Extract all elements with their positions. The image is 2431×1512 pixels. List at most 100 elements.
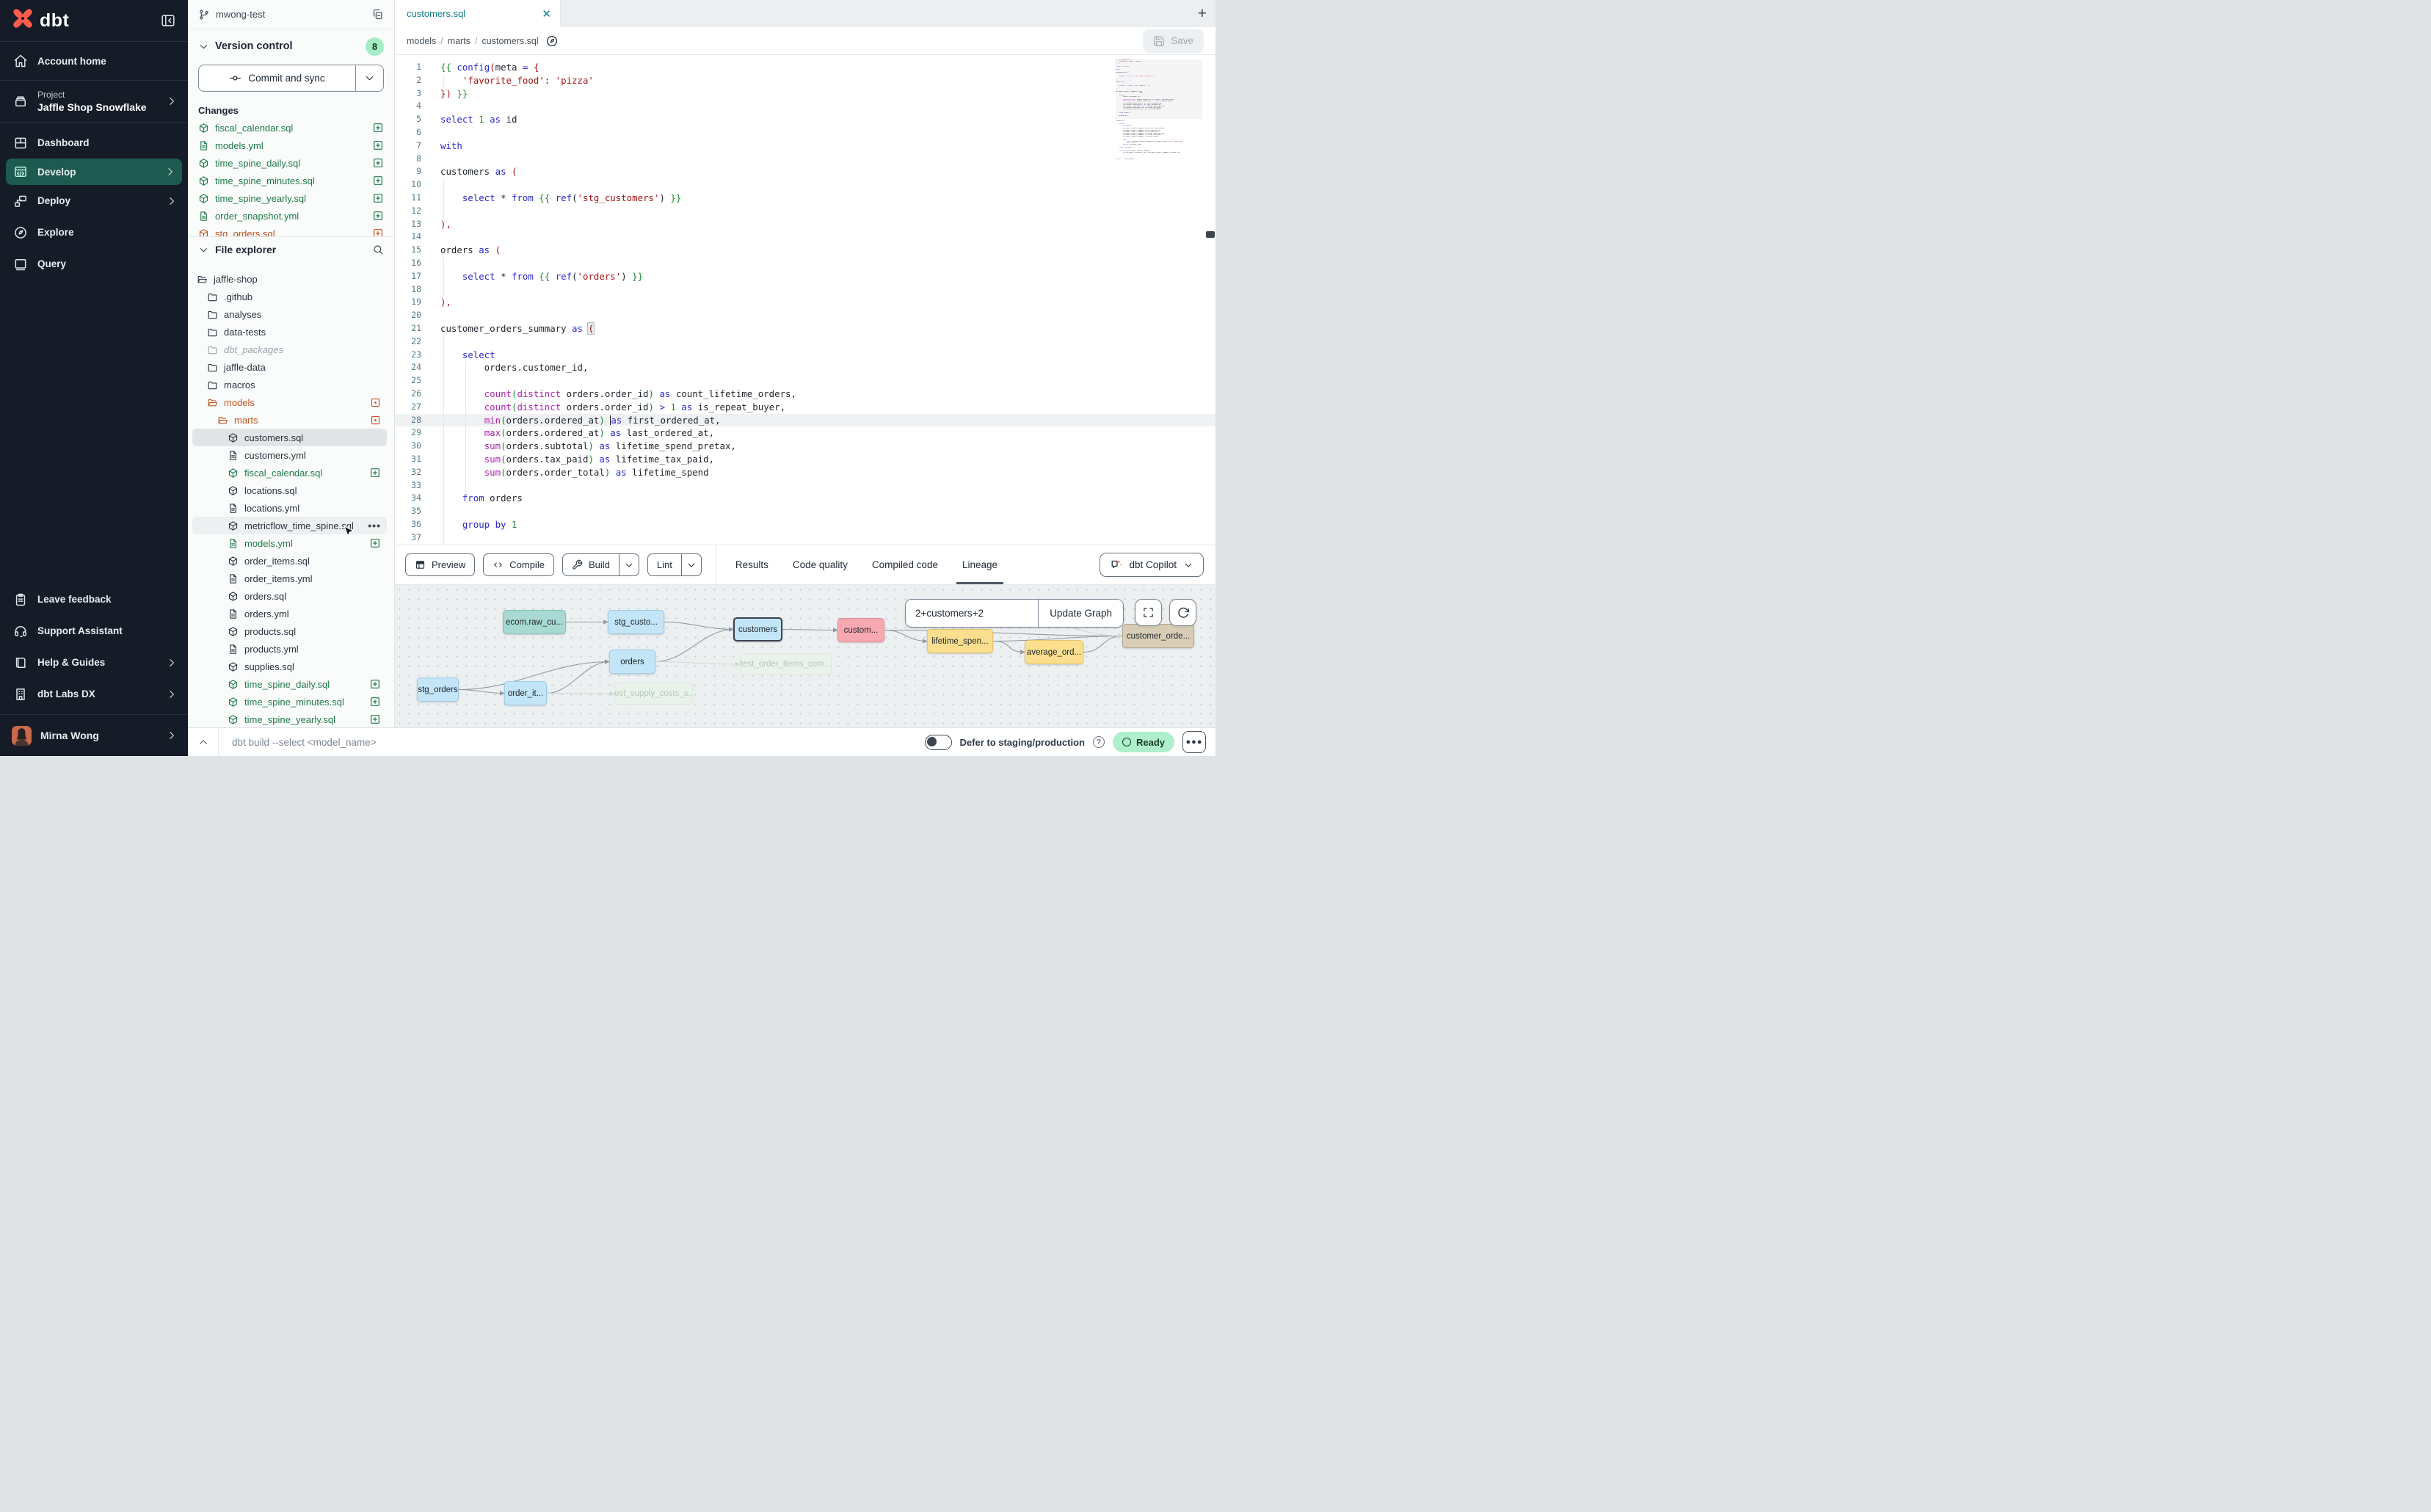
lineage-node-test-supply-costs-s[interactable]: test_supply_costs_s...	[614, 683, 693, 705]
code-line-37[interactable]: 37	[395, 531, 1216, 545]
breadcrumb-segment[interactable]: marts	[448, 36, 470, 46]
commit-options-dropdown[interactable]	[355, 65, 383, 91]
code-line-18[interactable]: 18	[395, 283, 1216, 297]
lineage-node-test-order-items-com[interactable]: test_order_items_com...	[740, 653, 832, 675]
tab-lineage[interactable]: Lineage	[962, 545, 998, 584]
tab-results[interactable]: Results	[735, 545, 768, 584]
code-line-5[interactable]: 5select 1 as id	[395, 113, 1216, 126]
editor-scrollbar[interactable]	[1205, 55, 1216, 545]
code-line-17[interactable]: 17 select * from {{ ref('orders') }}	[395, 270, 1216, 283]
commit-and-sync-button[interactable]: Commit and sync	[198, 65, 384, 92]
lineage-canvas[interactable]: test_order_items_com... test_supply_costs…	[395, 585, 1216, 727]
breadcrumb-segment[interactable]: models	[407, 36, 436, 46]
tab-customers-sql[interactable]: customers.sql ✕	[395, 0, 561, 27]
lineage-node-stg-custo[interactable]: stg_custo...	[608, 610, 664, 634]
code-line-11[interactable]: 11 select * from {{ ref('stg_customers')…	[395, 192, 1216, 205]
tree-item-analyses[interactable]: analyses	[192, 305, 387, 323]
lineage-node-customer-orde[interactable]: customer_orde...	[1122, 624, 1194, 648]
expand-command-bar-button[interactable]	[188, 728, 219, 756]
breadcrumb-segment[interactable]: customers.sql	[482, 36, 539, 46]
code-line-2[interactable]: 2 'favorite_food': 'pizza'	[395, 74, 1216, 87]
code-line-14[interactable]: 14	[395, 230, 1216, 244]
lineage-node-custom[interactable]: custom...	[837, 618, 884, 642]
preview-button[interactable]: Preview	[405, 553, 475, 576]
change-item-stg-orders-sql[interactable]: stg_orders.sql	[198, 225, 384, 236]
stage-change-button[interactable]	[372, 192, 384, 204]
tree-item-locations-yml[interactable]: locations.yml	[192, 499, 387, 517]
tree-item-jaffle-shop[interactable]: jaffle-shop	[192, 270, 387, 288]
dbt-copilot-button[interactable]: dbt Copilot	[1100, 553, 1204, 577]
code-line-33[interactable]: 33	[395, 479, 1216, 493]
help-icon[interactable]: ?	[1093, 736, 1105, 748]
sidebar-item-dashboard[interactable]: Dashboard	[0, 127, 188, 159]
tree-item-order-items-yml[interactable]: order_items.yml	[192, 570, 387, 587]
code-line-21[interactable]: 21customer_orders_summary as (	[395, 322, 1216, 335]
stage-file-button[interactable]	[369, 537, 381, 549]
stage-change-button[interactable]	[372, 139, 384, 151]
lineage-node-orders[interactable]: orders	[609, 650, 655, 674]
tab-compiled-code[interactable]: Compiled code	[872, 545, 938, 584]
stage-file-button[interactable]	[369, 713, 381, 725]
close-icon[interactable]: ✕	[542, 7, 551, 21]
sidebar-item-help-guides[interactable]: Help & Guides	[0, 647, 188, 678]
code-line-31[interactable]: 31 sum(orders.tax_paid) as lifetime_tax_…	[395, 453, 1216, 466]
change-item-order-snapshot-yml[interactable]: order_snapshot.yml	[198, 207, 384, 225]
tree-item-orders-sql[interactable]: orders.sql	[192, 587, 387, 605]
stage-file-button[interactable]	[369, 696, 381, 708]
code-line-19[interactable]: 19),	[395, 296, 1216, 309]
code-line-4[interactable]: 4	[395, 100, 1216, 113]
stage-change-button[interactable]	[372, 228, 384, 236]
sidebar-item-query[interactable]: Query	[0, 248, 188, 280]
code-line-10[interactable]: 10	[395, 178, 1216, 192]
tree-item-jaffle-data[interactable]: jaffle-data	[192, 358, 387, 376]
lineage-node-average-ord[interactable]: average_ord...	[1025, 640, 1083, 664]
change-item-models-yml[interactable]: models.yml	[198, 137, 384, 154]
code-line-16[interactable]: 16	[395, 257, 1216, 270]
more-options-button[interactable]: ●●●	[1182, 731, 1206, 753]
code-line-26[interactable]: 26 count(distinct orders.order_id) as co…	[395, 388, 1216, 401]
tree-item-models[interactable]: models	[192, 393, 387, 411]
tree-item-metricflow-time-spine-sql[interactable]: metricflow_time_spine.sql•••	[192, 517, 387, 534]
compile-button[interactable]: Compile	[483, 553, 554, 576]
tree-item-order-items-sql[interactable]: order_items.sql	[192, 552, 387, 570]
code-line-24[interactable]: 24 orders.customer_id,	[395, 361, 1216, 374]
sidebar-item-explore[interactable]: Explore	[0, 217, 188, 248]
code-line-6[interactable]: 6	[395, 126, 1216, 139]
tree-item-time-spine-daily-sql[interactable]: time_spine_daily.sql	[192, 675, 387, 693]
update-graph-button[interactable]: Update Graph	[1038, 600, 1123, 627]
build-button[interactable]: Build	[562, 553, 639, 576]
dbt-command-input[interactable]	[219, 737, 925, 748]
code-line-36[interactable]: 36 group by 1	[395, 518, 1216, 531]
scrollbar-thumb[interactable]	[1206, 231, 1215, 238]
lint-options-dropdown[interactable]	[681, 554, 701, 575]
code-line-29[interactable]: 29 max(orders.ordered_at) as last_ordere…	[395, 426, 1216, 440]
stage-change-button[interactable]	[372, 210, 384, 222]
stage-file-button[interactable]	[369, 467, 381, 479]
code-line-3[interactable]: 3}) }}	[395, 87, 1216, 101]
new-tab-button[interactable]: +	[1198, 0, 1207, 27]
file-options-button[interactable]: •••	[368, 520, 381, 531]
tree-item-data-tests[interactable]: data-tests	[192, 323, 387, 341]
fullscreen-button[interactable]	[1135, 599, 1162, 626]
code-line-23[interactable]: 23 select	[395, 349, 1216, 362]
sidebar-item-leave-feedback[interactable]: Leave feedback	[0, 584, 188, 615]
tree-item-marts[interactable]: marts	[192, 411, 387, 429]
stage-change-button[interactable]	[372, 157, 384, 169]
change-item-time-spine-yearly-sql[interactable]: time_spine_yearly.sql	[198, 189, 384, 207]
code-line-9[interactable]: 9customers as (	[395, 165, 1216, 178]
tree-item-models-yml[interactable]: models.yml	[192, 534, 387, 552]
sidebar-item-deploy[interactable]: Deploy	[0, 185, 188, 217]
tree-item-macros[interactable]: macros	[192, 376, 387, 393]
change-item-fiscal-calendar-sql[interactable]: fiscal_calendar.sql	[198, 119, 384, 137]
code-line-15[interactable]: 15orders as (	[395, 244, 1216, 257]
stage-change-button[interactable]	[372, 175, 384, 186]
code-line-8[interactable]: 8	[395, 153, 1216, 166]
tree-item-locations-sql[interactable]: locations.sql	[192, 481, 387, 499]
code-line-30[interactable]: 30 sum(orders.subtotal) as lifetime_spen…	[395, 440, 1216, 453]
lineage-node-order-it[interactable]: order_it...	[504, 681, 547, 705]
code-line-35[interactable]: 35	[395, 505, 1216, 518]
code-line-22[interactable]: 22	[395, 335, 1216, 349]
copy-icon[interactable]	[371, 8, 384, 21]
code-line-34[interactable]: 34 from orders	[395, 492, 1216, 505]
file-explorer-header[interactable]: File explorer	[188, 237, 394, 262]
